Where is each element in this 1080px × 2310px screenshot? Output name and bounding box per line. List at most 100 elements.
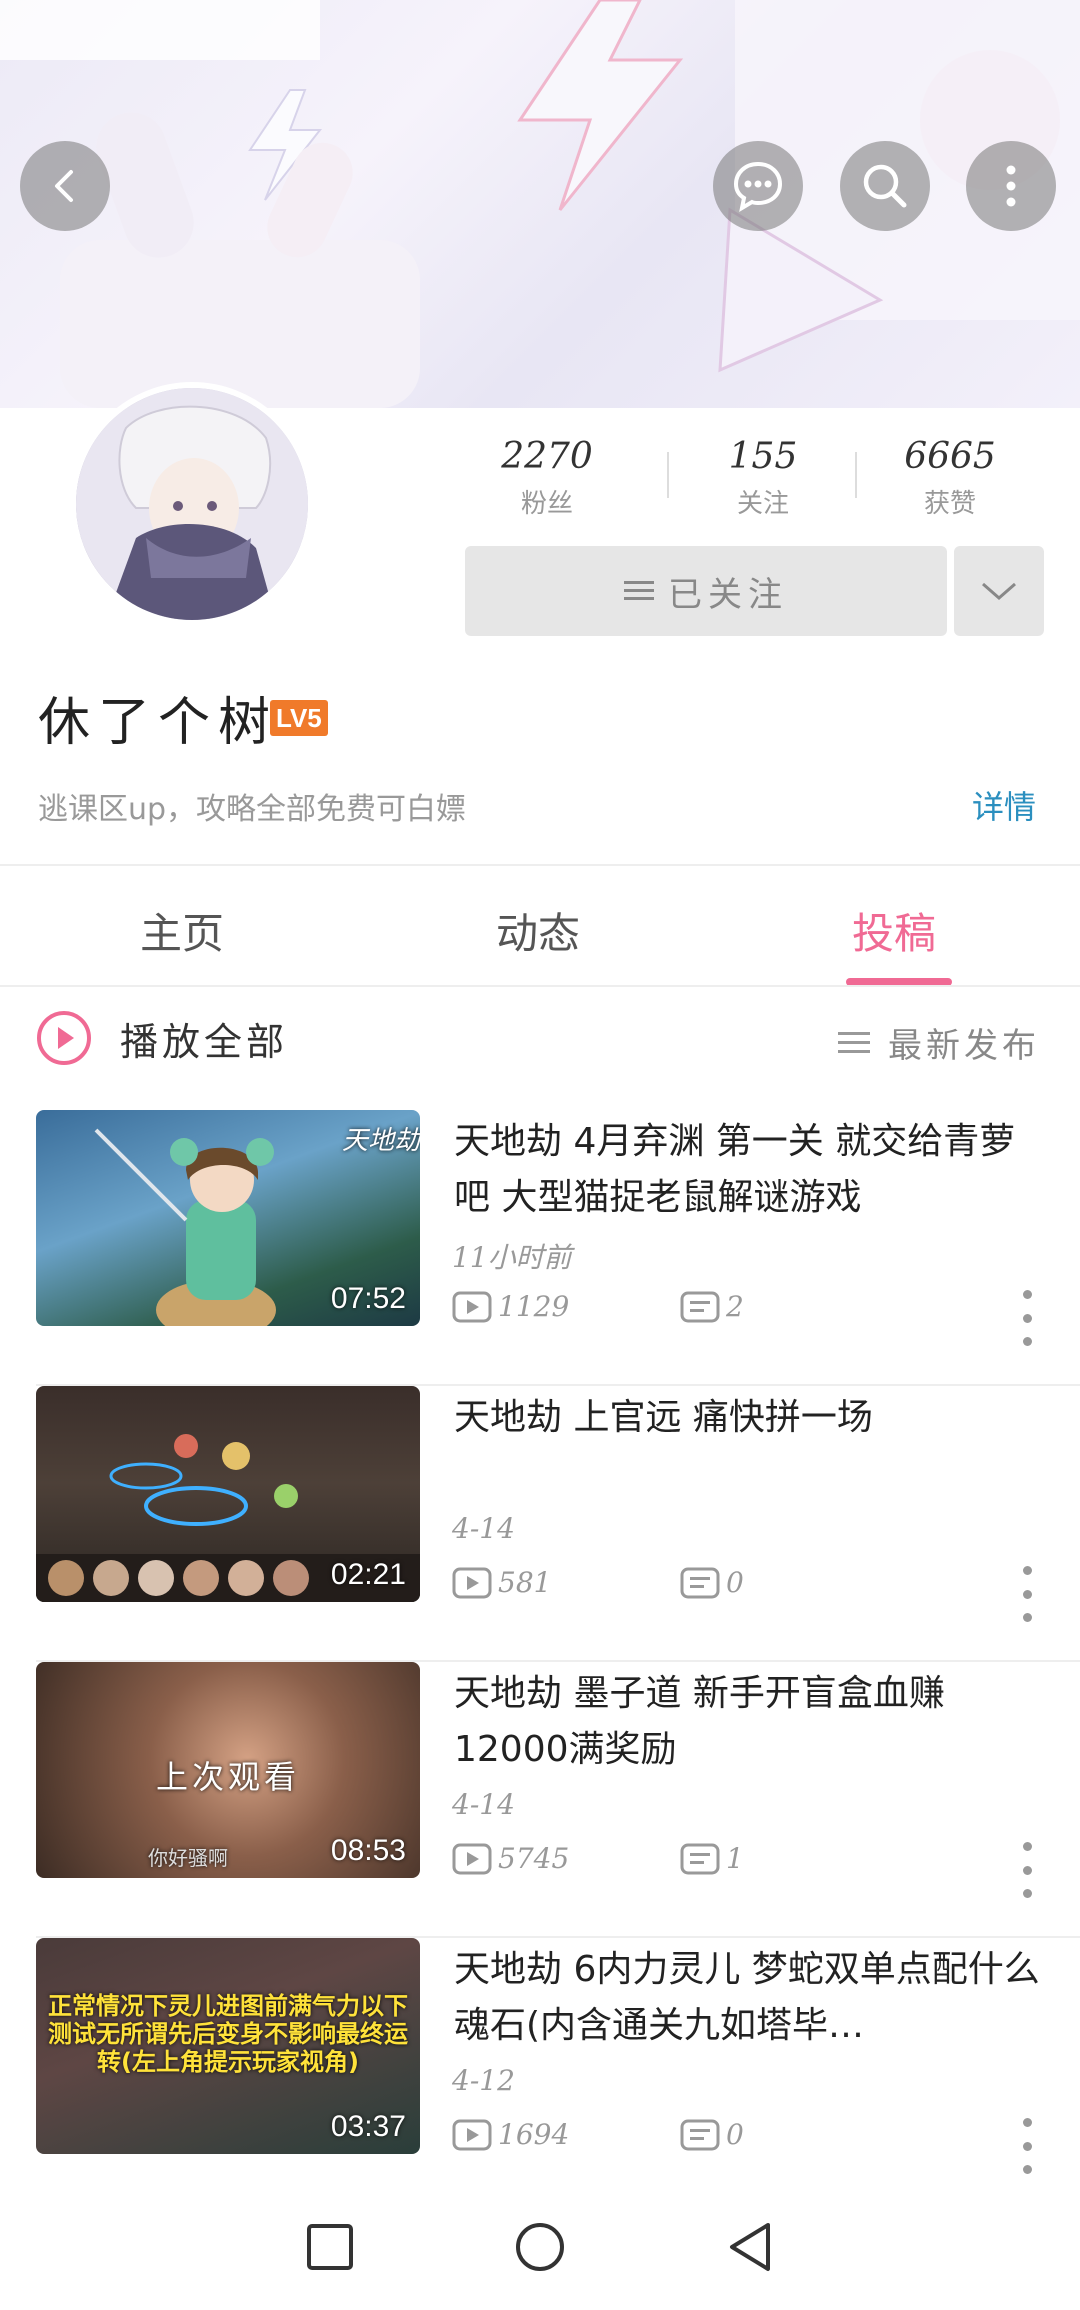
dot	[1022, 2118, 1032, 2127]
more-button[interactable]	[966, 141, 1056, 231]
dot	[1022, 1290, 1032, 1299]
video-duration: 08:53	[330, 1834, 406, 1867]
play-count-icon	[452, 1567, 492, 1598]
video-comments: 0	[680, 1566, 744, 1599]
comment-icon	[680, 1291, 720, 1322]
video-views-count: 1129	[498, 1290, 570, 1323]
avatar[interactable]	[70, 382, 314, 626]
dot	[1022, 1589, 1032, 1599]
back-button[interactable]	[20, 141, 110, 231]
video-comments-count: 0	[726, 2118, 744, 2151]
video-views: 1129	[452, 1290, 569, 1323]
follow-dropdown-button[interactable]	[954, 546, 1044, 636]
search-button[interactable]	[840, 141, 930, 231]
level-badge: LV5	[270, 700, 328, 736]
video-thumbnail[interactable]: 天地劫 07:52	[36, 1110, 420, 1326]
play-circle-icon	[37, 1011, 91, 1065]
video-title[interactable]: 天地劫 6内力灵儿 梦蛇双单点配什么魂石(内含通关九如塔毕…	[454, 1942, 1044, 2054]
play-count-icon	[452, 1843, 492, 1874]
video-comments-count: 0	[726, 1566, 744, 1599]
thumbnail-caption: 正常情况下灵儿进图前满气力以下测试无所谓先后变身不影响最终运转(左上角提示玩家视…	[48, 1992, 408, 2076]
detail-link[interactable]: 详情	[972, 782, 1036, 828]
profile-banner	[0, 0, 1080, 408]
video-comments: 2	[680, 1290, 744, 1323]
video-comments: 1	[680, 1842, 744, 1875]
video-title[interactable]: 天地劫 上官远 痛快拼一场	[454, 1390, 1044, 1446]
video-item[interactable]: 上次观看 你好骚啊 08:53 天地劫 墨子道 新手开盲盒血赚12000满奖励 …	[0, 1662, 1080, 1938]
sort-lines-icon	[838, 1031, 870, 1053]
message-button[interactable]	[713, 141, 803, 231]
bio-text: 逃课区up，攻略全部免费可白嫖	[38, 792, 467, 827]
back-arrow-icon	[55, 170, 73, 202]
thumbnail-caption: 你好骚啊	[148, 1846, 228, 1870]
menu-lines-icon	[624, 581, 654, 600]
stat-fans[interactable]: 2270 粉丝	[467, 436, 627, 520]
thumbnail-caption: 天地劫	[341, 1126, 420, 1156]
dot	[1022, 1566, 1032, 1575]
stat-divider	[667, 452, 669, 498]
comment-icon	[680, 2119, 720, 2150]
back-button-system[interactable]	[726, 2221, 774, 2273]
followed-button[interactable]: 已关注	[465, 546, 947, 636]
stat-divider	[855, 452, 857, 498]
stat-fans-label: 粉丝	[520, 489, 573, 519]
tab-uploads[interactable]: 投稿	[852, 900, 936, 961]
video-thumbnail[interactable]: 上次观看 你好骚啊 08:53	[36, 1662, 420, 1878]
video-item[interactable]: 02:21 天地劫 上官远 痛快拼一场 4-14 581 0	[0, 1386, 1080, 1662]
dot	[1022, 2165, 1032, 2174]
stat-likes-value: 6665	[904, 436, 996, 477]
dot	[1022, 1889, 1032, 1898]
video-duration: 07:52	[330, 1282, 406, 1315]
tab-dynamics[interactable]: 动态	[496, 900, 580, 961]
recent-apps-button[interactable]	[306, 2223, 354, 2271]
video-item[interactable]: 正常情况下灵儿进图前满气力以下测试无所谓先后变身不影响最终运转(左上角提示玩家视…	[0, 1938, 1080, 2214]
last-watched-label: 上次观看	[155, 1758, 300, 1796]
comment-icon	[680, 1567, 720, 1598]
video-views: 581	[452, 1566, 551, 1599]
tab-home[interactable]: 主页	[140, 900, 224, 961]
play-all-button[interactable]: 播放全部	[36, 1010, 288, 1066]
video-comments-count: 2	[726, 1290, 744, 1323]
video-title[interactable]: 天地劫 墨子道 新手开盲盒血赚12000满奖励	[454, 1666, 1044, 1778]
video-views: 1694	[452, 2118, 569, 2151]
stat-following-label: 关注	[736, 489, 789, 519]
comment-icon	[680, 1843, 720, 1874]
dot	[1022, 2141, 1032, 2151]
video-comments: 0	[680, 2118, 744, 2151]
chevron-down-icon	[982, 582, 1016, 600]
sort-button[interactable]: 最新发布	[838, 1018, 1040, 1067]
video-thumbnail[interactable]: 正常情况下灵儿进图前满气力以下测试无所谓先后变身不影响最终运转(左上角提示玩家视…	[36, 1938, 420, 2154]
play-all-label: 播放全部	[120, 1019, 289, 1064]
video-more-button[interactable]	[1012, 1842, 1042, 1898]
divider	[0, 985, 1080, 987]
play-count-icon	[452, 2119, 492, 2150]
play-count-icon	[452, 1291, 492, 1322]
stat-following-value: 155	[728, 436, 798, 477]
followed-label: 已关注	[668, 574, 788, 615]
video-thumbnail[interactable]: 02:21	[36, 1386, 420, 1602]
search-icon	[863, 164, 907, 208]
stat-likes[interactable]: 6665 获赞	[870, 436, 1030, 520]
avatar-image	[76, 388, 308, 620]
dot	[1022, 1865, 1032, 1875]
dot	[1022, 1842, 1032, 1851]
video-views-count: 581	[498, 1566, 552, 1599]
home-button[interactable]	[514, 2221, 566, 2273]
dot	[1022, 1613, 1032, 1622]
video-date: 4-12	[452, 2064, 515, 2097]
video-item[interactable]: 天地劫 07:52 天地劫 4月弃渊 第一关 就交给青萝吧 大型猫捉老鼠解谜游戏…	[0, 1110, 1080, 1386]
video-date: 11小时前	[452, 1241, 572, 1274]
video-views-count: 1694	[498, 2118, 570, 2151]
dot	[1022, 1313, 1032, 1323]
stat-following[interactable]: 155 关注	[683, 436, 843, 520]
video-more-button[interactable]	[1012, 2118, 1042, 2174]
video-more-button[interactable]	[1012, 1566, 1042, 1622]
video-comments-count: 1	[726, 1842, 744, 1875]
vertical-dots-icon	[1006, 165, 1016, 207]
chat-bubble-icon	[733, 161, 783, 213]
stat-fans-value: 2270	[501, 436, 593, 477]
video-title[interactable]: 天地劫 4月弃渊 第一关 就交给青萝吧 大型猫捉老鼠解谜游戏	[454, 1114, 1044, 1226]
dot	[1022, 1337, 1032, 1346]
video-views-count: 5745	[498, 1842, 570, 1875]
video-more-button[interactable]	[1012, 1290, 1042, 1346]
